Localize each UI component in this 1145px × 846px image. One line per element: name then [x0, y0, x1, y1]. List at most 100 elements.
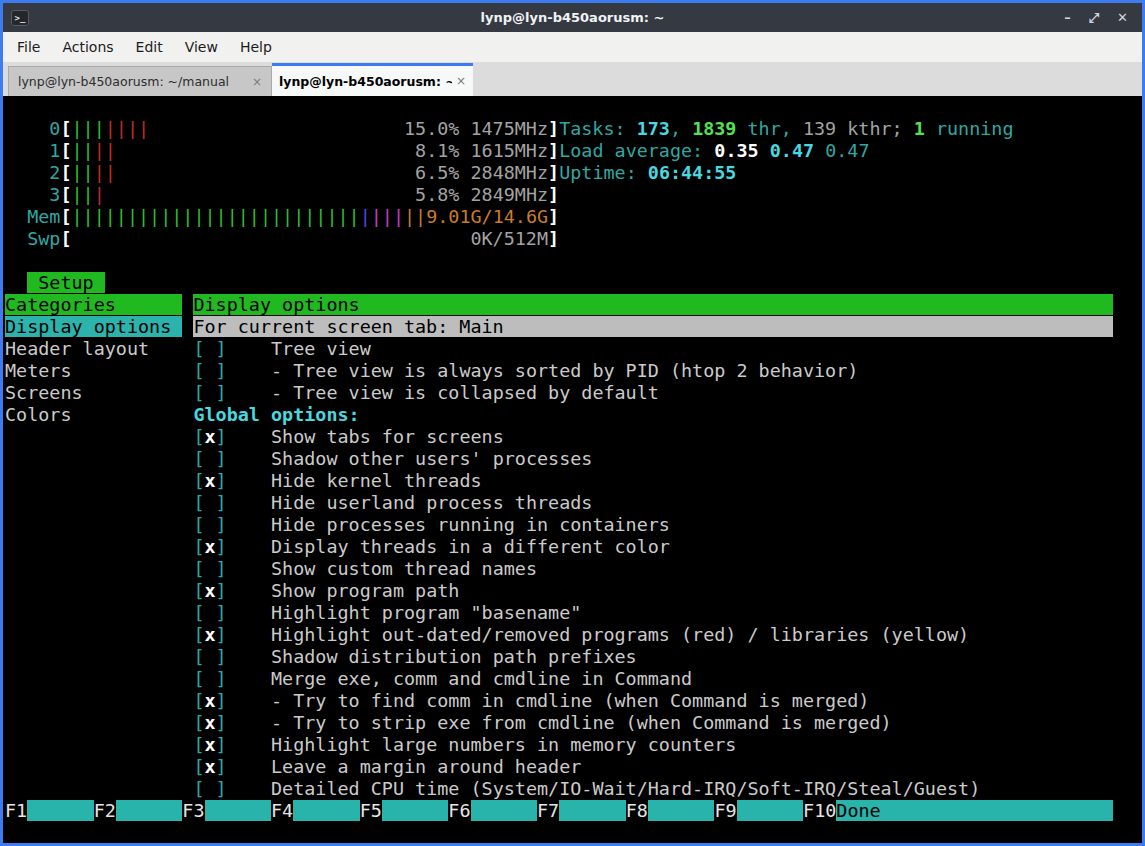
category-header-layout[interactable]: Header layout — [5, 338, 182, 359]
fkey-f1[interactable]: F1 — [5, 800, 27, 821]
option-label[interactable]: Merge exe, comm and cmdline in Command — [271, 668, 692, 689]
checkbox[interactable]: ] — [216, 426, 227, 447]
fkey-f2[interactable]: F2 — [94, 800, 116, 821]
checkbox-mark[interactable] — [205, 778, 216, 799]
maximize-button[interactable]: ⤢ — [1089, 11, 1099, 24]
minimize-button[interactable]: – — [1064, 11, 1071, 24]
category-display-options[interactable]: Display options — [5, 316, 182, 337]
checkbox[interactable]: [ — [193, 624, 204, 645]
option-label[interactable]: Show tabs for screens — [271, 426, 504, 447]
checkbox[interactable]: [ — [193, 426, 204, 447]
fkey-f10[interactable]: F10 — [803, 800, 836, 821]
checkbox[interactable]: ] — [216, 690, 227, 711]
checkbox[interactable]: ] — [216, 668, 227, 689]
fkey-label-f7[interactable] — [559, 800, 626, 821]
checkbox-mark[interactable]: x — [205, 580, 216, 601]
checkbox-mark[interactable] — [205, 646, 216, 667]
checkbox[interactable]: ] — [216, 514, 227, 535]
checkbox-mark[interactable] — [205, 448, 216, 469]
checkbox[interactable]: [ — [193, 448, 204, 469]
fkey-f5[interactable]: F5 — [360, 800, 382, 821]
checkbox-mark[interactable] — [205, 382, 216, 403]
checkbox[interactable]: [ — [193, 756, 204, 777]
fkey-label-f2[interactable] — [116, 800, 183, 821]
close-button[interactable]: ✕ — [1117, 11, 1128, 24]
checkbox[interactable]: [ — [193, 558, 204, 579]
checkbox-mark[interactable] — [205, 558, 216, 579]
checkbox[interactable]: [ — [193, 580, 204, 601]
fkey-label-f1[interactable] — [27, 800, 94, 821]
option-label[interactable]: - Tree view is always sorted by PID (hto… — [271, 360, 858, 381]
option-label[interactable]: Detailed CPU time (System/IO-Wait/Hard-I… — [271, 778, 980, 799]
checkbox[interactable]: [ — [193, 734, 204, 755]
option-label[interactable]: Hide userland process threads — [271, 492, 592, 513]
menu-view[interactable]: View — [174, 35, 229, 59]
checkbox[interactable]: ] — [216, 624, 227, 645]
checkbox[interactable]: [ — [193, 514, 204, 535]
menu-file[interactable]: File — [6, 35, 51, 59]
option-label[interactable]: Shadow other users' processes — [271, 448, 592, 469]
checkbox[interactable]: ] — [216, 756, 227, 777]
option-label[interactable]: Shadow distribution path prefixes — [271, 646, 637, 667]
fkey-label-f4[interactable] — [293, 800, 360, 821]
fkey-label-f10[interactable]: Done — [836, 800, 1113, 821]
checkbox[interactable]: [ — [193, 690, 204, 711]
checkbox[interactable]: ] — [216, 734, 227, 755]
terminal-tab-2[interactable]: lynp@lyn-b450aorusm: ~× — [272, 63, 473, 96]
checkbox[interactable]: ] — [216, 470, 227, 491]
checkbox-mark[interactable]: x — [205, 690, 216, 711]
option-label[interactable]: - Try to strip exe from cmdline (when Co… — [271, 712, 892, 733]
checkbox-mark[interactable]: x — [205, 734, 216, 755]
checkbox-mark[interactable] — [205, 360, 216, 381]
checkbox[interactable]: [ — [193, 646, 204, 667]
checkbox-mark[interactable]: x — [205, 426, 216, 447]
checkbox[interactable]: ] — [216, 778, 227, 799]
option-label[interactable]: Display threads in a different color — [271, 536, 670, 557]
tab-close-icon[interactable]: × — [452, 74, 466, 88]
fkey-label-f8[interactable] — [648, 800, 715, 821]
option-label[interactable]: Show program path — [271, 580, 459, 601]
checkbox[interactable]: ] — [216, 602, 227, 623]
setup-tab[interactable]: Setup — [27, 272, 105, 293]
option-label[interactable]: Leave a margin around header — [271, 756, 581, 777]
checkbox-mark[interactable] — [205, 668, 216, 689]
checkbox[interactable]: [ — [193, 492, 204, 513]
menu-edit[interactable]: Edit — [125, 35, 174, 59]
tab-close-icon[interactable]: × — [248, 75, 262, 89]
checkbox[interactable]: ] — [216, 492, 227, 513]
fkey-f6[interactable]: F6 — [448, 800, 470, 821]
checkbox-mark[interactable]: x — [205, 470, 216, 491]
checkbox[interactable]: [ — [193, 536, 204, 557]
option-label[interactable]: Hide kernel threads — [271, 470, 482, 491]
fkey-f4[interactable]: F4 — [271, 800, 293, 821]
category-screens[interactable]: Screens — [5, 382, 182, 403]
option-label[interactable]: Show custom thread names — [271, 558, 537, 579]
fkey-label-f6[interactable] — [471, 800, 538, 821]
checkbox[interactable]: ] — [216, 712, 227, 733]
fkey-f3[interactable]: F3 — [182, 800, 204, 821]
option-label[interactable]: Highlight program "basename" — [271, 602, 581, 623]
checkbox[interactable]: ] — [216, 448, 227, 469]
checkbox-mark[interactable]: x — [205, 624, 216, 645]
menu-help[interactable]: Help — [229, 35, 283, 59]
checkbox-mark[interactable] — [205, 602, 216, 623]
fkey-f8[interactable]: F8 — [626, 800, 648, 821]
checkbox-mark[interactable] — [205, 492, 216, 513]
option-label[interactable]: Highlight out-dated/removed programs (re… — [271, 624, 969, 645]
checkbox[interactable]: [ — [193, 338, 204, 359]
checkbox[interactable]: ] — [216, 338, 227, 359]
category-meters[interactable]: Meters — [5, 360, 182, 381]
fkey-label-f3[interactable] — [205, 800, 272, 821]
checkbox[interactable]: [ — [193, 470, 204, 491]
terminal-tab-1[interactable]: lynp@lyn-b450aorusm: ~/manual× — [8, 66, 272, 96]
option-label[interactable]: - Try to find comm in cmdline (when Comm… — [271, 690, 869, 711]
checkbox[interactable]: [ — [193, 712, 204, 733]
fkey-f9[interactable]: F9 — [714, 800, 736, 821]
checkbox[interactable]: [ — [193, 778, 204, 799]
checkbox-mark[interactable]: x — [205, 756, 216, 777]
fkey-f7[interactable]: F7 — [537, 800, 559, 821]
checkbox[interactable]: ] — [216, 382, 227, 403]
category-colors[interactable]: Colors — [5, 404, 182, 425]
fkey-label-f5[interactable] — [382, 800, 449, 821]
option-label[interactable]: - Tree view is collapsed by default — [271, 382, 659, 403]
